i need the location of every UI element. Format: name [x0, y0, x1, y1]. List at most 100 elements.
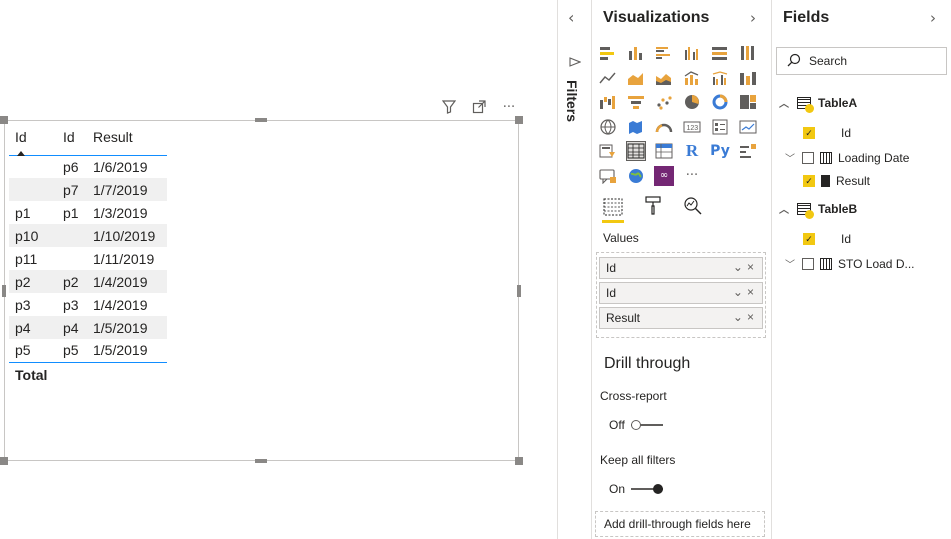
100-stacked-column-chart-icon[interactable]	[738, 43, 758, 63]
close-icon[interactable]: ×	[747, 310, 758, 324]
close-icon[interactable]: ×	[747, 260, 758, 274]
waterfall-chart-icon[interactable]	[598, 92, 618, 112]
format-paint-roller-icon[interactable]	[642, 195, 664, 217]
visualizations-title: Visualizations	[603, 9, 710, 26]
r-script-visual-icon[interactable]: R	[682, 141, 702, 161]
table-node-tablea[interactable]: ︿ TableA	[778, 95, 857, 113]
analytics-magnifier-icon[interactable]	[682, 195, 704, 217]
stacked-area-chart-icon[interactable]	[654, 68, 674, 88]
chevron-down-icon[interactable]: ⌄	[733, 285, 747, 299]
filter-funnel-icon	[569, 56, 582, 72]
table-node-tableb[interactable]: ︿ TableB	[778, 201, 857, 219]
ribbon-chart-icon[interactable]	[738, 68, 758, 88]
table-row: p10 1/10/2019	[9, 224, 167, 247]
scatter-chart-icon[interactable]	[654, 92, 674, 112]
checkbox-unchecked[interactable]	[802, 151, 814, 164]
table-row: p11 1/11/2019	[15, 250, 155, 267]
line-and-clustered-column-chart-icon[interactable]	[710, 68, 730, 88]
line-and-stacked-column-chart-icon[interactable]	[682, 68, 702, 88]
field-row-tableb-id[interactable]: ✓ Id	[803, 232, 851, 246]
chevron-down-icon[interactable]: ﹀	[784, 256, 796, 271]
value-field-chip[interactable]: Id ⌄×	[599, 257, 763, 279]
fields-pane: Fields › ︿ TableA ✓ Id ﹀ Loading Date ✓ …	[771, 0, 951, 539]
chevron-up-icon[interactable]: ︿	[778, 95, 790, 110]
focus-mode-icon[interactable]	[470, 98, 488, 116]
table-row: p6 1/6/2019	[63, 158, 148, 175]
chevron-down-icon[interactable]: ⌄	[733, 260, 747, 274]
values-label: Values	[603, 231, 639, 245]
resize-handle[interactable]	[255, 118, 267, 122]
chevron-right-icon[interactable]: ›	[930, 9, 936, 27]
chevron-down-icon[interactable]: ﹀	[784, 150, 796, 165]
card-icon[interactable]: 123	[682, 117, 702, 137]
cross-report-toggle[interactable]	[630, 420, 663, 430]
close-icon[interactable]: ×	[747, 285, 758, 299]
resize-handle[interactable]	[517, 285, 521, 297]
resize-handle[interactable]	[515, 457, 523, 465]
add-drill-through-well[interactable]: Add drill-through fields here	[595, 511, 765, 537]
values-well[interactable]: Id ⌄× Id ⌄× Result ⌄×	[596, 252, 766, 338]
funnel-chart-icon[interactable]	[626, 92, 646, 112]
clustered-bar-chart-icon[interactable]	[654, 43, 674, 63]
filter-icon[interactable]	[440, 98, 458, 116]
resize-handle[interactable]	[0, 116, 8, 124]
checkbox-checked[interactable]: ✓	[803, 233, 815, 245]
column-header-result[interactable]: Result	[87, 125, 167, 155]
qa-visual-icon[interactable]	[598, 166, 618, 186]
table-visual-icon[interactable]	[626, 141, 646, 161]
visual-type-gallery: 123 R Py ∞ ···	[598, 43, 762, 190]
column-header-id-2[interactable]: Id	[57, 125, 87, 155]
matrix-icon[interactable]	[654, 141, 674, 161]
field-row-tablea-result[interactable]: ✓ Result	[803, 174, 870, 188]
more-visuals-icon[interactable]: ···	[682, 166, 702, 186]
kpi-icon[interactable]	[738, 117, 758, 137]
stacked-bar-chart-icon[interactable]	[598, 43, 618, 63]
key-influencers-icon[interactable]	[738, 141, 758, 161]
field-row-tablea-id[interactable]: ✓ Id	[803, 126, 851, 140]
more-options-icon[interactable]: ···	[500, 98, 518, 116]
resize-handle[interactable]	[2, 285, 6, 297]
keep-all-filters-toggle[interactable]	[631, 484, 664, 494]
filled-map-icon[interactable]	[626, 117, 646, 137]
table-visual[interactable]: Id Id Result p6 1/6/2019 p7 1/7/2019 p1 p1 1…	[4, 120, 519, 461]
stacked-column-chart-icon[interactable]	[626, 43, 646, 63]
pie-chart-icon[interactable]	[682, 92, 702, 112]
multi-row-card-icon[interactable]	[710, 117, 730, 137]
arcgis-map-icon[interactable]	[626, 166, 646, 186]
slicer-icon[interactable]	[598, 141, 618, 161]
resize-handle[interactable]	[0, 457, 8, 465]
chevron-up-icon[interactable]: ︿	[778, 201, 790, 216]
chevron-down-icon[interactable]: ⌄	[733, 310, 747, 324]
resize-handle[interactable]	[255, 459, 267, 463]
table-row: p5 p5 1/5/2019	[15, 342, 148, 359]
resize-handle[interactable]	[515, 116, 523, 124]
python-visual-icon[interactable]: Py	[710, 141, 730, 161]
table-row: p2 p2 1/4/2019	[9, 270, 167, 293]
gauge-icon[interactable]	[654, 117, 674, 137]
chevron-right-icon[interactable]: ›	[750, 9, 756, 27]
table-icon	[796, 96, 814, 113]
checkbox-checked[interactable]: ✓	[803, 175, 815, 187]
search-input[interactable]	[809, 54, 929, 68]
column-header-id-1[interactable]: Id	[9, 125, 57, 156]
value-field-chip[interactable]: Id ⌄×	[599, 282, 763, 304]
power-apps-icon[interactable]: ∞	[654, 165, 674, 186]
checkbox-unchecked[interactable]	[802, 257, 814, 270]
visual-header: ···	[440, 98, 518, 116]
field-row-tablea-loading-date[interactable]: ﹀ Loading Date	[784, 150, 909, 166]
field-row-tableb-sto-load-date[interactable]: ﹀ STO Load D...	[784, 256, 914, 272]
filters-label[interactable]: Filters	[564, 80, 580, 122]
treemap-icon[interactable]	[738, 92, 758, 112]
checkbox-checked[interactable]: ✓	[803, 127, 815, 139]
value-field-chip[interactable]: Result ⌄×	[599, 307, 763, 329]
100-stacked-bar-chart-icon[interactable]	[710, 43, 730, 63]
report-canvas: ··· Id Id Result p6 1/6/2019 p7 1/7/2019 p…	[0, 0, 557, 539]
keep-all-filters-toggle-row: On	[609, 482, 664, 496]
clustered-column-chart-icon[interactable]	[682, 43, 702, 63]
donut-chart-icon[interactable]	[710, 92, 730, 112]
area-chart-icon[interactable]	[626, 68, 646, 88]
fields-tab-icon[interactable]	[602, 195, 624, 223]
chevron-left-icon[interactable]: ‹	[568, 8, 574, 27]
map-icon[interactable]	[598, 117, 618, 137]
line-chart-icon[interactable]	[598, 68, 618, 88]
